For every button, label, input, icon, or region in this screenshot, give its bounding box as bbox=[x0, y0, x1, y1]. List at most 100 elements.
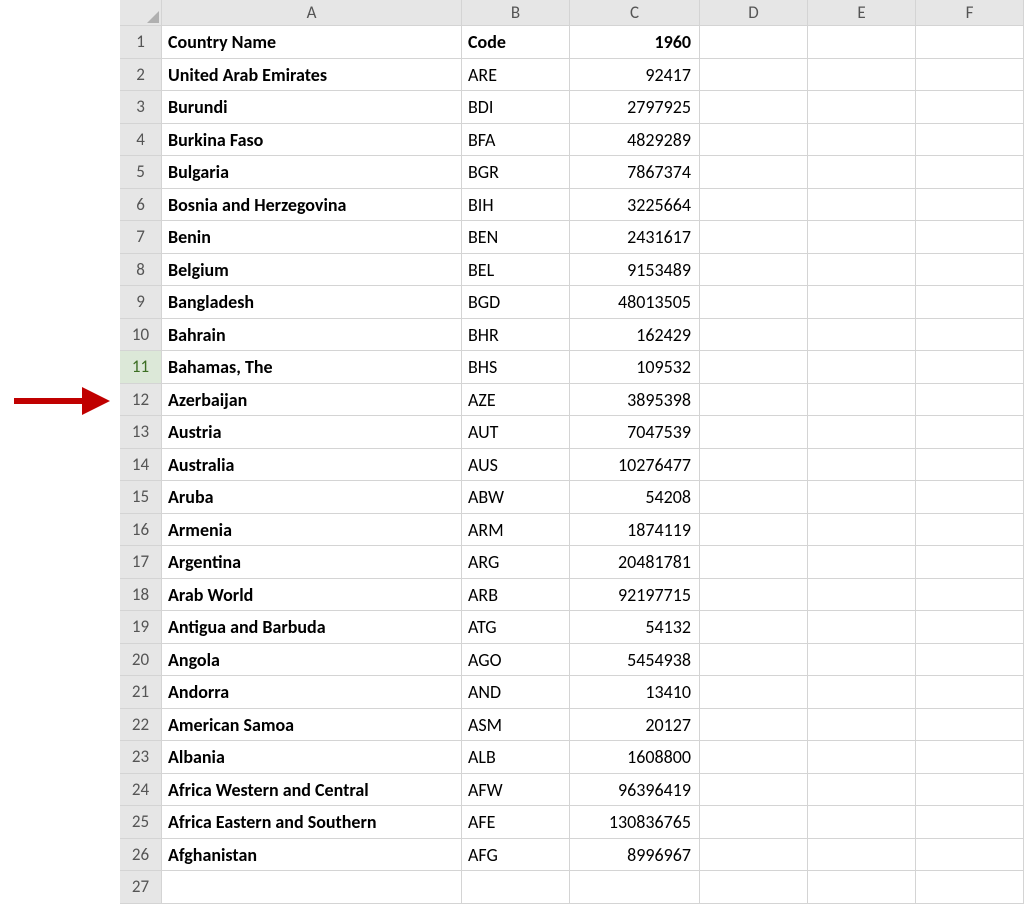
cell-C[interactable]: 92197715 bbox=[570, 579, 700, 612]
cell-C[interactable]: 13410 bbox=[570, 676, 700, 709]
cell-A[interactable]: Bosnia and Herzegovina bbox=[162, 189, 462, 222]
row-header[interactable]: 6 bbox=[120, 189, 162, 222]
cell-D[interactable] bbox=[700, 839, 808, 872]
cell-F[interactable] bbox=[916, 611, 1024, 644]
cell-A[interactable]: Burundi bbox=[162, 91, 462, 124]
cell-D[interactable] bbox=[700, 59, 808, 92]
cell-F[interactable] bbox=[916, 156, 1024, 189]
row-header[interactable]: 26 bbox=[120, 839, 162, 872]
cell-A[interactable]: Antigua and Barbuda bbox=[162, 611, 462, 644]
cell-E[interactable] bbox=[808, 351, 916, 384]
row-header[interactable]: 13 bbox=[120, 416, 162, 449]
cell-E[interactable] bbox=[808, 839, 916, 872]
cell-F[interactable] bbox=[916, 384, 1024, 417]
cell-F[interactable] bbox=[916, 91, 1024, 124]
cell-A[interactable]: Australia bbox=[162, 449, 462, 482]
cell-B[interactable]: AGO bbox=[462, 644, 570, 677]
cell-E[interactable] bbox=[808, 254, 916, 287]
row-header[interactable]: 12 bbox=[120, 384, 162, 417]
cell-D[interactable] bbox=[700, 449, 808, 482]
cell-F[interactable] bbox=[916, 806, 1024, 839]
cell-E[interactable] bbox=[808, 384, 916, 417]
row-header[interactable]: 23 bbox=[120, 741, 162, 774]
cell-C[interactable]: 4829289 bbox=[570, 124, 700, 157]
col-header-C[interactable]: C bbox=[570, 0, 700, 26]
cell-D[interactable] bbox=[700, 806, 808, 839]
col-header-D[interactable]: D bbox=[700, 0, 808, 26]
cell-B[interactable]: AFW bbox=[462, 774, 570, 807]
cell-A[interactable]: Bangladesh bbox=[162, 286, 462, 319]
cell-B[interactable]: AZE bbox=[462, 384, 570, 417]
cell-E[interactable] bbox=[808, 611, 916, 644]
cell-F[interactable] bbox=[916, 319, 1024, 352]
cell-E[interactable] bbox=[808, 709, 916, 742]
cell-A[interactable]: Andorra bbox=[162, 676, 462, 709]
cell-E[interactable] bbox=[808, 286, 916, 319]
cell-E[interactable] bbox=[808, 156, 916, 189]
cell-B[interactable] bbox=[462, 871, 570, 904]
cell-B[interactable]: ABW bbox=[462, 481, 570, 514]
cell-D[interactable] bbox=[700, 676, 808, 709]
cell-C[interactable]: 7867374 bbox=[570, 156, 700, 189]
cell-F[interactable] bbox=[916, 839, 1024, 872]
cell-E[interactable] bbox=[808, 481, 916, 514]
cell-C[interactable]: 20127 bbox=[570, 709, 700, 742]
cell-A[interactable] bbox=[162, 871, 462, 904]
cell-C[interactable] bbox=[570, 871, 700, 904]
cell-F[interactable] bbox=[916, 644, 1024, 677]
cell-B[interactable]: ALB bbox=[462, 741, 570, 774]
cell-C[interactable]: 130836765 bbox=[570, 806, 700, 839]
cell-B[interactable]: BEN bbox=[462, 221, 570, 254]
row-header[interactable]: 25 bbox=[120, 806, 162, 839]
cell-C[interactable]: 2431617 bbox=[570, 221, 700, 254]
cell-F[interactable] bbox=[916, 741, 1024, 774]
cell-B[interactable]: BDI bbox=[462, 91, 570, 124]
cell-F[interactable] bbox=[916, 579, 1024, 612]
cell-D[interactable] bbox=[700, 124, 808, 157]
cell-E[interactable] bbox=[808, 676, 916, 709]
cell-C[interactable]: 48013505 bbox=[570, 286, 700, 319]
cell-C[interactable]: 2797925 bbox=[570, 91, 700, 124]
cell-D[interactable] bbox=[700, 741, 808, 774]
cell-E[interactable] bbox=[808, 59, 916, 92]
cell-E[interactable] bbox=[808, 741, 916, 774]
row-header[interactable]: 24 bbox=[120, 774, 162, 807]
cell-F[interactable] bbox=[916, 221, 1024, 254]
row-header[interactable]: 19 bbox=[120, 611, 162, 644]
cell-E[interactable] bbox=[808, 416, 916, 449]
cell-B[interactable]: ARG bbox=[462, 546, 570, 579]
cell-F[interactable] bbox=[916, 676, 1024, 709]
cell-E[interactable] bbox=[808, 579, 916, 612]
cell-A[interactable]: Africa Eastern and Southern bbox=[162, 806, 462, 839]
cell-A[interactable]: Bahamas, The bbox=[162, 351, 462, 384]
cell-D[interactable] bbox=[700, 644, 808, 677]
cell-F[interactable] bbox=[916, 481, 1024, 514]
row-header[interactable]: 11 bbox=[120, 351, 162, 384]
row-header[interactable]: 8 bbox=[120, 254, 162, 287]
cell-F[interactable] bbox=[916, 709, 1024, 742]
cell-A[interactable]: Country Name bbox=[162, 26, 462, 59]
cell-B[interactable]: AFE bbox=[462, 806, 570, 839]
cell-B[interactable]: BIH bbox=[462, 189, 570, 222]
cell-C[interactable]: 109532 bbox=[570, 351, 700, 384]
cell-D[interactable] bbox=[700, 871, 808, 904]
cell-D[interactable] bbox=[700, 774, 808, 807]
cell-B[interactable]: BGR bbox=[462, 156, 570, 189]
row-header[interactable]: 22 bbox=[120, 709, 162, 742]
row-header[interactable]: 3 bbox=[120, 91, 162, 124]
row-header[interactable]: 2 bbox=[120, 59, 162, 92]
cell-D[interactable] bbox=[700, 156, 808, 189]
cell-F[interactable] bbox=[916, 26, 1024, 59]
cell-F[interactable] bbox=[916, 124, 1024, 157]
row-header[interactable]: 16 bbox=[120, 514, 162, 547]
cell-A[interactable]: Albania bbox=[162, 741, 462, 774]
col-header-F[interactable]: F bbox=[916, 0, 1024, 26]
cell-A[interactable]: Austria bbox=[162, 416, 462, 449]
cell-B[interactable]: BEL bbox=[462, 254, 570, 287]
cell-E[interactable] bbox=[808, 514, 916, 547]
cell-D[interactable] bbox=[700, 286, 808, 319]
cell-C[interactable]: 10276477 bbox=[570, 449, 700, 482]
cell-B[interactable]: ARE bbox=[462, 59, 570, 92]
cell-B[interactable]: ARM bbox=[462, 514, 570, 547]
cell-A[interactable]: Benin bbox=[162, 221, 462, 254]
